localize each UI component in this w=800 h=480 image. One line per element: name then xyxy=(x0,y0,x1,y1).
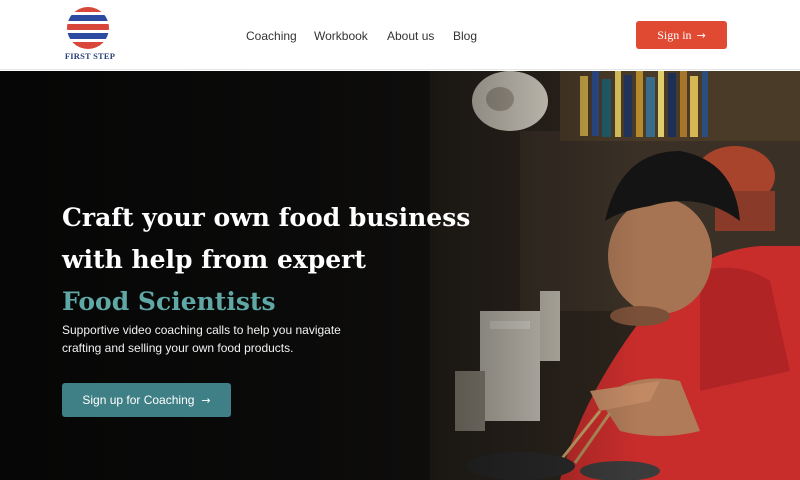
nav-link-about-us[interactable]: About us xyxy=(387,29,434,43)
brand-logo[interactable]: FIRST STEP xyxy=(60,6,120,62)
headline-line-2: with help from expert xyxy=(62,245,366,274)
sign-up-coaching-button[interactable]: Sign up for Coaching → xyxy=(62,383,231,417)
site-header: FIRST STEP Coaching Workbook About us Bl… xyxy=(0,0,800,70)
headline-line-1: Craft your own food business xyxy=(62,203,471,232)
sign-in-label: Sign in xyxy=(657,27,692,42)
nav-link-blog[interactable]: Blog xyxy=(453,29,477,43)
nav-link-coaching[interactable]: Coaching xyxy=(246,29,297,43)
hero-subtext: Supportive video coaching calls to help … xyxy=(62,323,341,355)
nav-link-workbook[interactable]: Workbook xyxy=(314,29,368,43)
brand-name: FIRST STEP xyxy=(64,51,116,61)
headline-accent: Food Scientists xyxy=(62,287,276,316)
arrow-right-icon: → xyxy=(201,393,211,407)
sign-in-button[interactable]: Sign in → xyxy=(636,21,727,49)
arrow-right-icon: → xyxy=(696,28,706,42)
striped-globe-logo-icon xyxy=(67,7,109,49)
hero-section: Craft your own food business with help f… xyxy=(0,71,800,480)
cta-label: Sign up for Coaching xyxy=(82,393,195,407)
hero-headline: Craft your own food business with help f… xyxy=(62,197,522,323)
